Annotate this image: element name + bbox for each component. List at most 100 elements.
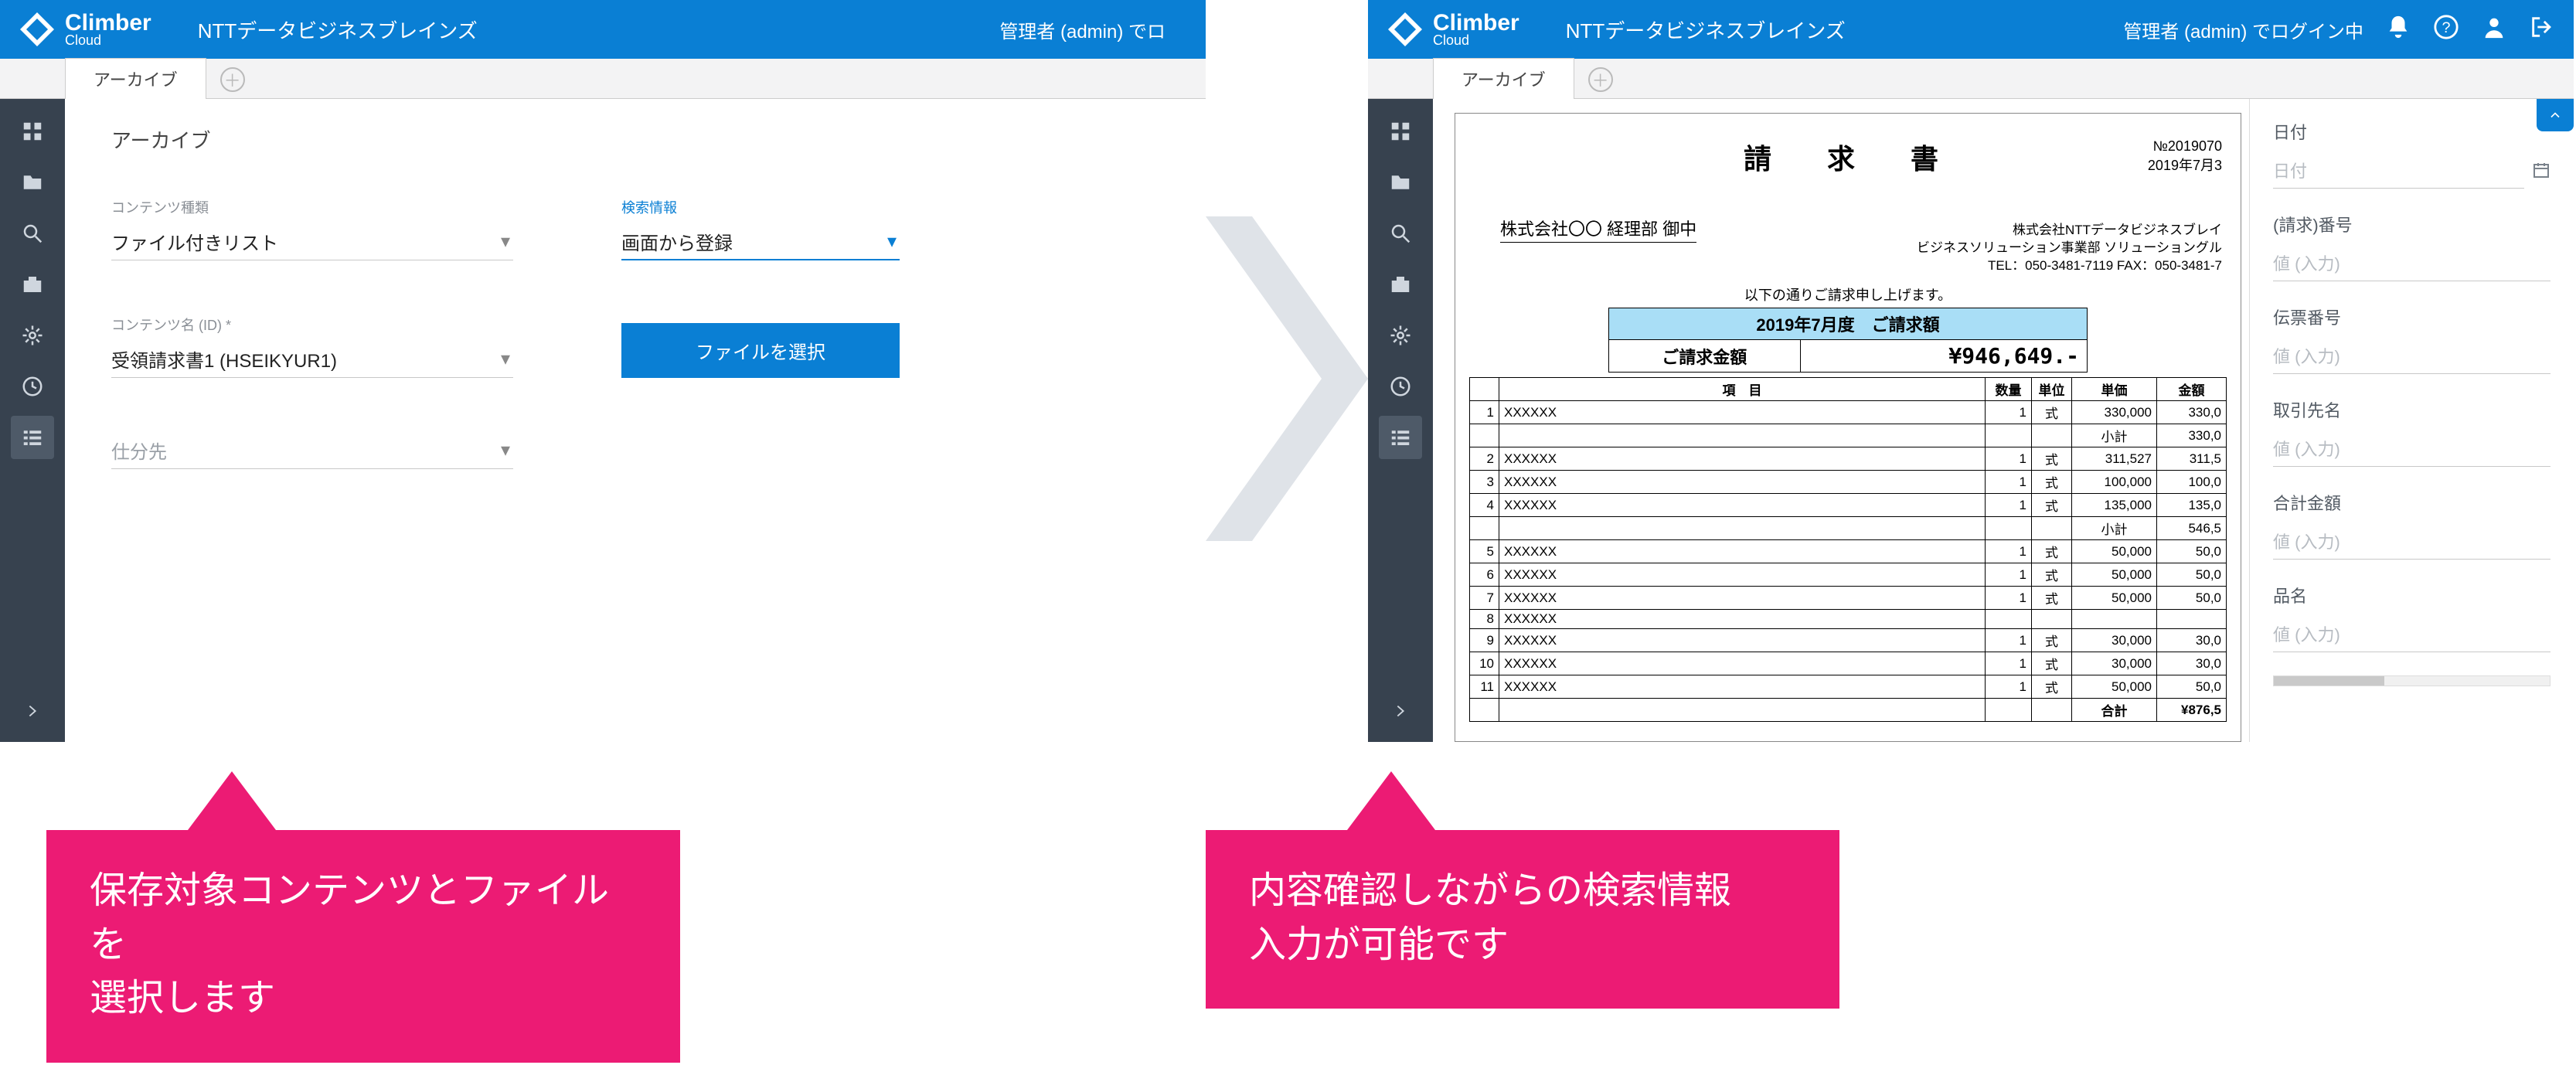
chevron-down-icon: ▾ bbox=[501, 348, 510, 370]
col-unit: 単位 bbox=[2032, 378, 2072, 401]
tab-add-button[interactable]: ＋ bbox=[1588, 67, 1613, 92]
content-name-label: コンテンツ名 (ID) * bbox=[111, 315, 513, 335]
doc-number: №2019070 bbox=[2148, 137, 2222, 156]
sp-reqno-input[interactable] bbox=[2273, 247, 2550, 281]
archive-form: アーカイブ コンテンツ種類 ファイル付きリスト ▾ 検索情報 画面から登録 bbox=[65, 99, 1206, 742]
search-info-select[interactable]: 画面から登録 ▾ bbox=[621, 223, 900, 260]
content-type-select[interactable]: ファイル付きリスト ▾ bbox=[111, 223, 513, 260]
rail-search-icon[interactable] bbox=[1379, 212, 1422, 255]
help-icon[interactable]: ? bbox=[2433, 14, 2459, 46]
doc-sender-1: 株式会社NTTデータビジネスブレイ bbox=[1917, 222, 2222, 240]
user-icon[interactable] bbox=[2481, 14, 2507, 46]
search-info-label: 検索情報 bbox=[621, 197, 900, 217]
panel-archive-preview: Climber Cloud NTTデータビジネスブレインズ 管理者 (admin… bbox=[1368, 0, 2574, 742]
table-row: 9XXXXXX1式30,00030,0 bbox=[1470, 629, 2227, 652]
doc-addressee: 株式会社〇〇 経理部 御中 bbox=[1500, 216, 1696, 243]
rail-expand-button[interactable] bbox=[0, 689, 65, 733]
table-row: 小計330,0 bbox=[1470, 424, 2227, 447]
sort-dest-select[interactable]: 仕分先 ▾ bbox=[111, 432, 513, 469]
content-name-select[interactable]: 受領請求書1 (HSEIKYUR1) ▾ bbox=[111, 341, 513, 378]
rail-dashboard-icon[interactable] bbox=[11, 110, 54, 153]
sort-dest-label: 仕分先 bbox=[111, 437, 167, 464]
rail-briefcase-icon[interactable] bbox=[1379, 263, 1422, 306]
table-row: 10XXXXXX1式30,00030,0 bbox=[1470, 652, 2227, 675]
calendar-icon[interactable] bbox=[2532, 161, 2550, 183]
sp-reqno-label: (請求)番号 bbox=[2273, 212, 2550, 236]
callout-left-text: 保存対象コンテンツとファイルを 選択します bbox=[90, 870, 609, 1019]
sp-total-label: 合計金額 bbox=[2273, 490, 2550, 515]
select-file-button[interactable]: ファイルを選択 bbox=[621, 323, 900, 378]
brand-sub: Cloud bbox=[1433, 33, 1519, 47]
sp-partner-input[interactable] bbox=[2273, 433, 2550, 467]
rail-gear-icon[interactable] bbox=[11, 314, 54, 357]
sp-slipno-label: 伝票番号 bbox=[2273, 305, 2550, 329]
summary-table: 2019年7月度 ご請求額 ご請求金額 ¥946,649.- bbox=[1608, 308, 2088, 373]
rail-history-icon[interactable] bbox=[1379, 365, 1422, 408]
logout-icon[interactable] bbox=[2529, 14, 2555, 46]
table-row: 6XXXXXX1式50,00050,0 bbox=[1470, 563, 2227, 587]
document-preview: №2019070 2019年7月3 請 求 書 株式会社〇〇 経理部 御中 株式… bbox=[1433, 99, 2249, 742]
form-title: アーカイブ bbox=[111, 125, 1159, 154]
doc-title: 請 求 書 bbox=[1469, 137, 2227, 177]
doc-date: 2019年7月3 bbox=[2148, 156, 2222, 175]
logo-icon bbox=[19, 11, 56, 48]
rail-gear-icon[interactable] bbox=[1379, 314, 1422, 357]
login-status: 管理者 (admin) でログイン中 bbox=[2123, 16, 2363, 43]
sp-item-label: 品名 bbox=[2273, 583, 2550, 607]
brand-name: Climber bbox=[1433, 12, 1519, 35]
table-row: 合計¥876,5 bbox=[1470, 699, 2227, 722]
table-row: 4XXXXXX1式135,000135,0 bbox=[1470, 494, 2227, 517]
collapse-pane-button[interactable] bbox=[2537, 99, 2574, 131]
rail-briefcase-icon[interactable] bbox=[11, 263, 54, 306]
brand-logo: Climber Cloud bbox=[1387, 11, 1519, 48]
sp-slipno-input[interactable] bbox=[2273, 340, 2550, 374]
search-info-value: 画面から登録 bbox=[621, 228, 733, 255]
sp-partner-label: 取引先名 bbox=[2273, 397, 2550, 422]
svg-text:?: ? bbox=[2442, 19, 2450, 36]
chevron-down-icon: ▾ bbox=[887, 230, 897, 253]
chevron-down-icon: ▾ bbox=[501, 439, 510, 461]
brand-sub: Cloud bbox=[65, 33, 151, 47]
topbar: Climber Cloud NTTデータビジネスブレインズ 管理者 (admin… bbox=[0, 0, 1206, 59]
rail-dashboard-icon[interactable] bbox=[1379, 110, 1422, 153]
amount-label: ご請求金額 bbox=[1609, 340, 1801, 373]
rail-history-icon[interactable] bbox=[11, 365, 54, 408]
tab-archive[interactable]: アーカイブ bbox=[65, 58, 206, 99]
login-status: 管理者 (admin) でロ bbox=[999, 16, 1165, 43]
callout-right-text: 内容確認しながらの検索情報 入力が可能です bbox=[1249, 870, 1731, 965]
doc-sender-2: ビジネスソリューション事業部 ソリューショングル bbox=[1917, 240, 2222, 257]
topbar: Climber Cloud NTTデータビジネスブレインズ 管理者 (admin… bbox=[1368, 0, 2574, 59]
callout-right: 内容確認しながらの検索情報 入力が可能です bbox=[1206, 830, 1839, 1009]
table-row: 11XXXXXX1式50,00050,0 bbox=[1470, 675, 2227, 699]
horizontal-scrollbar[interactable] bbox=[2273, 675, 2550, 686]
flow-arrow-icon bbox=[1206, 216, 1368, 541]
sp-item-input[interactable] bbox=[2273, 618, 2550, 652]
rail-list-icon[interactable] bbox=[11, 416, 54, 459]
table-row: 8XXXXXX bbox=[1470, 610, 2227, 629]
rail-folder-icon[interactable] bbox=[1379, 161, 1422, 204]
callout-left: 保存対象コンテンツとファイルを 選択します bbox=[46, 830, 680, 1063]
doc-intro: 以下の通りご請求申し上げます。 bbox=[1469, 284, 2227, 305]
rail-search-icon[interactable] bbox=[11, 212, 54, 255]
search-info-pane: 日付 (請求)番号 伝票番号 取 bbox=[2249, 99, 2574, 742]
content-type-label: コンテンツ種類 bbox=[111, 197, 513, 217]
content-type-value: ファイル付きリスト bbox=[111, 228, 278, 255]
org-name: NTTデータビジネスブレインズ bbox=[198, 15, 478, 44]
table-row: 1XXXXXX1式330,000330,0 bbox=[1470, 401, 2227, 424]
col-qty: 数量 bbox=[1986, 378, 2032, 401]
sp-total-input[interactable] bbox=[2273, 526, 2550, 560]
org-name: NTTデータビジネスブレインズ bbox=[1566, 15, 1846, 44]
table-row: 小計546,5 bbox=[1470, 517, 2227, 540]
siderail bbox=[0, 99, 65, 742]
tab-add-button[interactable]: ＋ bbox=[220, 67, 245, 92]
sp-date-input[interactable] bbox=[2273, 155, 2524, 189]
bell-icon[interactable] bbox=[2385, 14, 2411, 46]
brand-name: Climber bbox=[65, 12, 151, 35]
rail-folder-icon[interactable] bbox=[11, 161, 54, 204]
brand-logo: Climber Cloud bbox=[19, 11, 151, 48]
rail-list-icon[interactable] bbox=[1379, 416, 1422, 459]
siderail bbox=[1368, 99, 1433, 742]
tab-archive[interactable]: アーカイブ bbox=[1433, 58, 1574, 99]
rail-expand-button[interactable] bbox=[1368, 689, 1433, 733]
tabstrip: アーカイブ ＋ bbox=[1368, 59, 2574, 99]
